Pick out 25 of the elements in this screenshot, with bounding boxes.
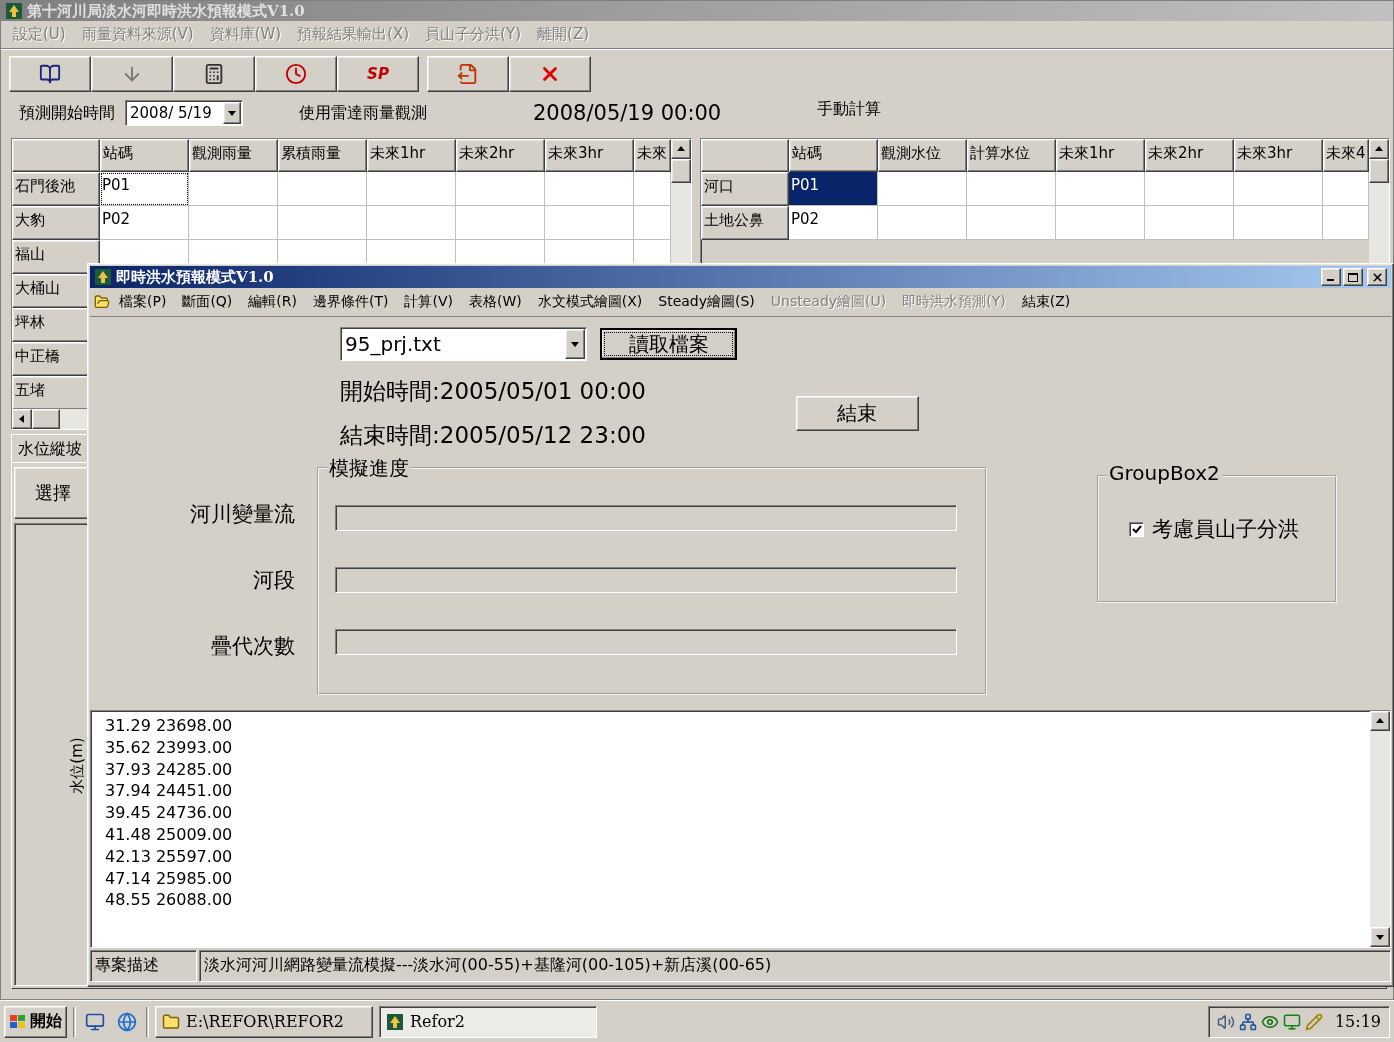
start-time: 開始時間:2005/05/01 00:00	[340, 377, 646, 406]
progress-label: 河川變量流	[190, 501, 295, 527]
radar-label: 使用雷達雨量觀測	[299, 102, 427, 124]
output-line: 31.29 23698.00	[105, 715, 234, 737]
end-time: 結束時間:2005/05/12 23:00	[340, 421, 646, 450]
window-title: 第十河川局淡水河即時洪水預報模式V1.0	[27, 1, 305, 21]
field-label: 預測開始時間	[19, 102, 115, 124]
output-line: 47.14 25985.00	[105, 867, 234, 890]
output-line: 35.62 23993.00	[105, 736, 234, 759]
progress-label: 疊代次數	[211, 633, 295, 659]
checkbox-label: 考慮員山子分洪	[1152, 516, 1299, 543]
output-line: 37.93 24285.00	[105, 758, 234, 781]
output-line: 48.55 26088.00	[105, 889, 234, 912]
progress-label: 河段	[253, 567, 295, 593]
status-description: 淡水河河川網路變量流模擬---淡水河(00-55)+基隆河(00-105)+新店溪(00-65)	[199, 950, 1391, 982]
output-line: 42.13 25597.00	[105, 845, 234, 868]
output-line: 39.45 24736.00	[105, 802, 234, 824]
mode-label: 手動計算	[817, 98, 882, 120]
clock-text: 15:19	[1334, 1012, 1381, 1031]
axis-label: 水位(m)	[67, 737, 87, 794]
output-line: 37.94 24451.00	[105, 780, 234, 803]
current-time: 2008/05/19 00:00	[533, 101, 722, 125]
output-line: 41.48 25009.00	[105, 824, 234, 846]
status-label: 專案描述	[90, 950, 197, 982]
window-title: 即時洪水預報模式V1.0	[116, 267, 274, 287]
